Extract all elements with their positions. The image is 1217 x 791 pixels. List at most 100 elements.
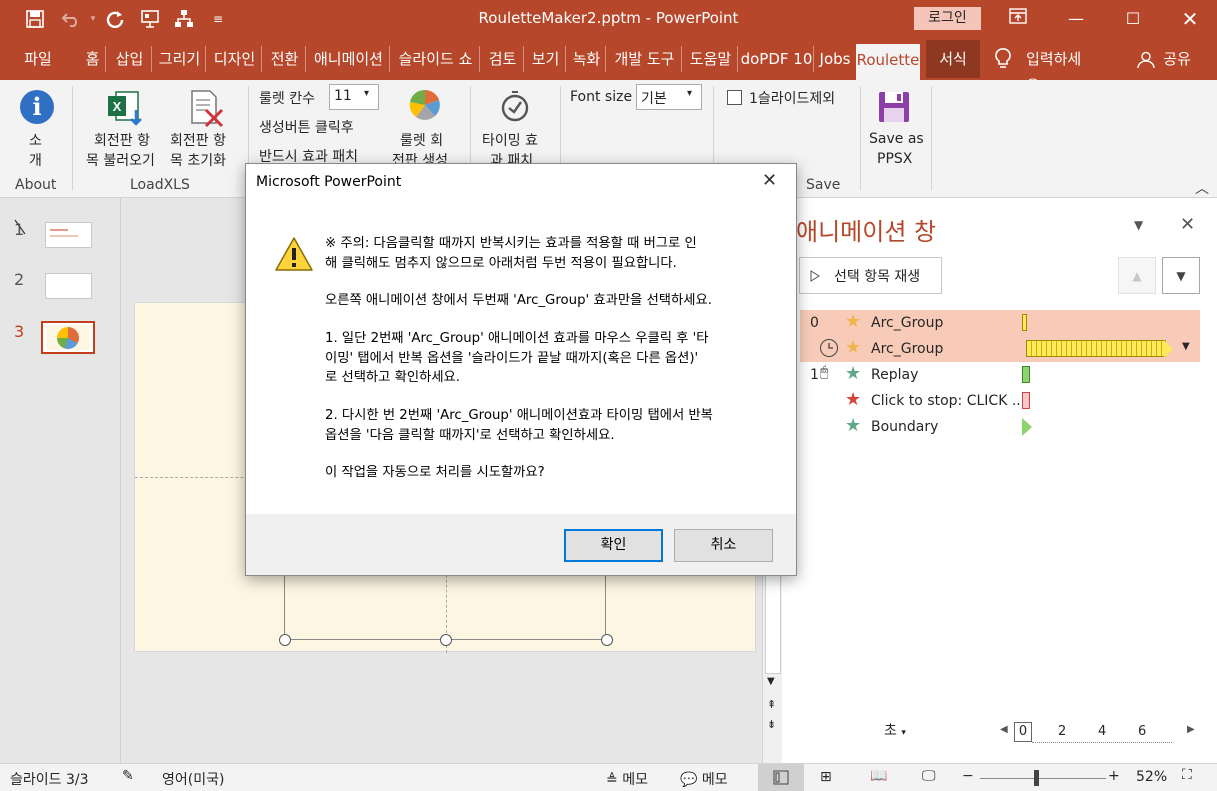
clock-icon bbox=[820, 339, 838, 357]
slide-thumbnail-1[interactable] bbox=[45, 222, 92, 248]
exclude-slide-checkbox[interactable] bbox=[727, 90, 742, 105]
tab-file[interactable]: 파일 bbox=[18, 46, 58, 72]
spell-check-icon[interactable]: ✎ bbox=[122, 768, 134, 784]
close-window-button[interactable]: ✕ bbox=[1170, 6, 1210, 32]
tab-help[interactable]: 도움말 bbox=[684, 46, 738, 72]
message-dialog: Microsoft PowerPoint ✕ ※ 주의: 다음클릭할 때까지 반… bbox=[245, 163, 797, 576]
slide-thumbnail-3[interactable] bbox=[41, 321, 95, 354]
timeline-right-icon[interactable]: ▶ bbox=[1187, 724, 1195, 735]
tab-dopdf[interactable]: doPDF 10 bbox=[740, 46, 814, 72]
item-dropdown-icon[interactable]: ▼ bbox=[1182, 341, 1190, 352]
previous-slide-icon[interactable]: ⇞ bbox=[767, 698, 776, 711]
info-icon[interactable]: i bbox=[20, 90, 54, 124]
animation-item[interactable]: ★ Click to stop: CLICK ... bbox=[800, 388, 1200, 414]
title-bar: ▾ ≡ RouletteMaker2.pptm - PowerPoint 로그인… bbox=[0, 0, 1217, 38]
move-up-button[interactable]: ▲ bbox=[1118, 257, 1156, 294]
animation-item[interactable]: 1 🖱 ★ Replay bbox=[800, 362, 1200, 388]
zoom-slider-track[interactable] bbox=[980, 778, 1106, 779]
notes-icon: ≜ bbox=[606, 772, 618, 788]
font-size-select[interactable]: 기본 ▾ bbox=[636, 84, 702, 110]
resize-handle[interactable] bbox=[279, 634, 291, 646]
ok-button[interactable]: 확인 bbox=[564, 529, 663, 562]
notes-label: 메모 bbox=[622, 772, 648, 788]
ribbon-display-icon[interactable] bbox=[998, 6, 1038, 32]
tab-design[interactable]: 디자인 bbox=[208, 46, 262, 72]
reset-items-icon[interactable] bbox=[186, 88, 226, 128]
anim-name: Boundary bbox=[871, 419, 939, 435]
timeline-left-icon[interactable]: ◀ bbox=[1000, 724, 1008, 735]
cancel-button[interactable]: 취소 bbox=[674, 529, 773, 562]
dialog-close-icon[interactable]: ✕ bbox=[762, 170, 777, 191]
tab-format[interactable]: 서식 bbox=[926, 40, 980, 78]
excel-import-icon[interactable]: X bbox=[106, 88, 146, 128]
maximize-button[interactable]: ☐ bbox=[1113, 6, 1153, 32]
zoom-slider-thumb[interactable] bbox=[1034, 770, 1040, 786]
reading-view-icon[interactable]: 📖 bbox=[870, 768, 887, 784]
resize-handle[interactable] bbox=[440, 634, 452, 646]
roulette-count-select[interactable]: 11 ▾ bbox=[329, 84, 379, 110]
tab-animations[interactable]: 애니메이션 bbox=[308, 46, 390, 72]
anim-name: Click to stop: CLICK ... bbox=[871, 393, 1026, 409]
seconds-dropdown[interactable]: 초 ▾ bbox=[884, 720, 906, 740]
anim-index: 0 bbox=[810, 315, 819, 331]
zoom-level[interactable]: 52% bbox=[1136, 769, 1167, 785]
tab-record[interactable]: 녹화 bbox=[568, 46, 606, 72]
about-group-label: About bbox=[15, 177, 57, 193]
roulette-gen-label-a: 룰렛 회 bbox=[400, 133, 444, 149]
message-line-6: 로 선택하고 확인하세요. bbox=[325, 370, 461, 385]
play-selected-button[interactable]: 선택 항목 재생 bbox=[799, 257, 942, 294]
reset-items-label-a: 회전판 항 bbox=[170, 133, 226, 149]
roulette-count-label: 룰렛 칸수 bbox=[259, 91, 315, 107]
exit-star-icon: ★ bbox=[845, 389, 862, 410]
message-line-2: 해 클릭해도 멈추지 않으므로 아래처럼 두번 적용이 필요합니다. bbox=[325, 255, 677, 271]
load-items-label-b: 목 불러오기 bbox=[86, 153, 155, 169]
share-button[interactable]: 공유 bbox=[1160, 46, 1194, 72]
timeline-2: 2 bbox=[1058, 724, 1067, 739]
tab-insert[interactable]: 삽입 bbox=[108, 46, 152, 72]
warning-icon bbox=[274, 236, 314, 272]
tab-view[interactable]: 보기 bbox=[526, 46, 566, 72]
comments-button[interactable]: 💬 메모 bbox=[680, 769, 728, 789]
floppy-save-icon[interactable] bbox=[877, 90, 911, 124]
animation-item[interactable]: 0 ★ Arc_Group bbox=[800, 310, 1200, 336]
animation-item[interactable]: ★ Arc_Group ▼ bbox=[800, 336, 1200, 362]
pane-options-icon[interactable]: ▼ bbox=[1134, 218, 1143, 232]
slideshow-icon[interactable]: 🖵 bbox=[922, 768, 936, 784]
zoom-out-button[interactable]: − bbox=[962, 768, 974, 784]
scroll-down-icon[interactable]: ▼ bbox=[767, 676, 775, 687]
timeline-0: 0 bbox=[1014, 722, 1032, 742]
slide-sorter-icon[interactable]: ⊞ bbox=[820, 769, 832, 785]
tab-roulette[interactable]: Roulette bbox=[856, 44, 920, 80]
timing-icon[interactable] bbox=[498, 90, 532, 124]
tab-jobs[interactable]: Jobs bbox=[816, 46, 854, 72]
comment-icon: 💬 bbox=[680, 772, 698, 788]
collapse-ribbon-icon[interactable]: ︿ bbox=[1195, 178, 1209, 198]
next-slide-icon[interactable]: ⇟ bbox=[767, 718, 776, 731]
tab-developer[interactable]: 개발 도구 bbox=[608, 46, 682, 72]
move-down-button[interactable]: ▼ bbox=[1162, 257, 1200, 294]
fit-to-window-icon[interactable]: ⛶ bbox=[1182, 767, 1192, 783]
tab-home[interactable]: 홈 bbox=[80, 46, 106, 72]
animation-item[interactable]: ★ Boundary bbox=[800, 414, 1200, 440]
close-pane-icon[interactable]: ✕ bbox=[1180, 214, 1195, 235]
slide-thumbnail-2[interactable] bbox=[45, 273, 92, 299]
slide-thumbnail-panel: 1 2 3 bbox=[0, 198, 120, 763]
minimize-button[interactable]: — bbox=[1056, 6, 1096, 32]
notes-button[interactable]: ≜ 메모 bbox=[606, 769, 648, 789]
tab-review[interactable]: 검토 bbox=[482, 46, 524, 72]
zoom-in-button[interactable]: + bbox=[1108, 768, 1120, 784]
tab-slideshow[interactable]: 슬라이드 쇼 bbox=[392, 46, 480, 72]
timeline-4: 4 bbox=[1098, 724, 1107, 739]
roulette-wheel-icon[interactable] bbox=[408, 88, 442, 122]
tab-draw[interactable]: 그리기 bbox=[154, 46, 206, 72]
normal-view-button[interactable] bbox=[758, 764, 804, 791]
language-indicator[interactable]: 영어(미국) bbox=[162, 769, 224, 789]
normal-view-icon bbox=[773, 770, 789, 785]
login-button[interactable]: 로그인 bbox=[914, 7, 981, 30]
timeline-6: 6 bbox=[1138, 724, 1147, 739]
lightbulb-icon bbox=[994, 47, 1014, 71]
resize-handle[interactable] bbox=[601, 634, 613, 646]
tab-transitions[interactable]: 전환 bbox=[264, 46, 306, 72]
tell-me-input[interactable]: 입력하세요 bbox=[1026, 46, 1092, 94]
about-label-2: 개 bbox=[29, 153, 42, 169]
